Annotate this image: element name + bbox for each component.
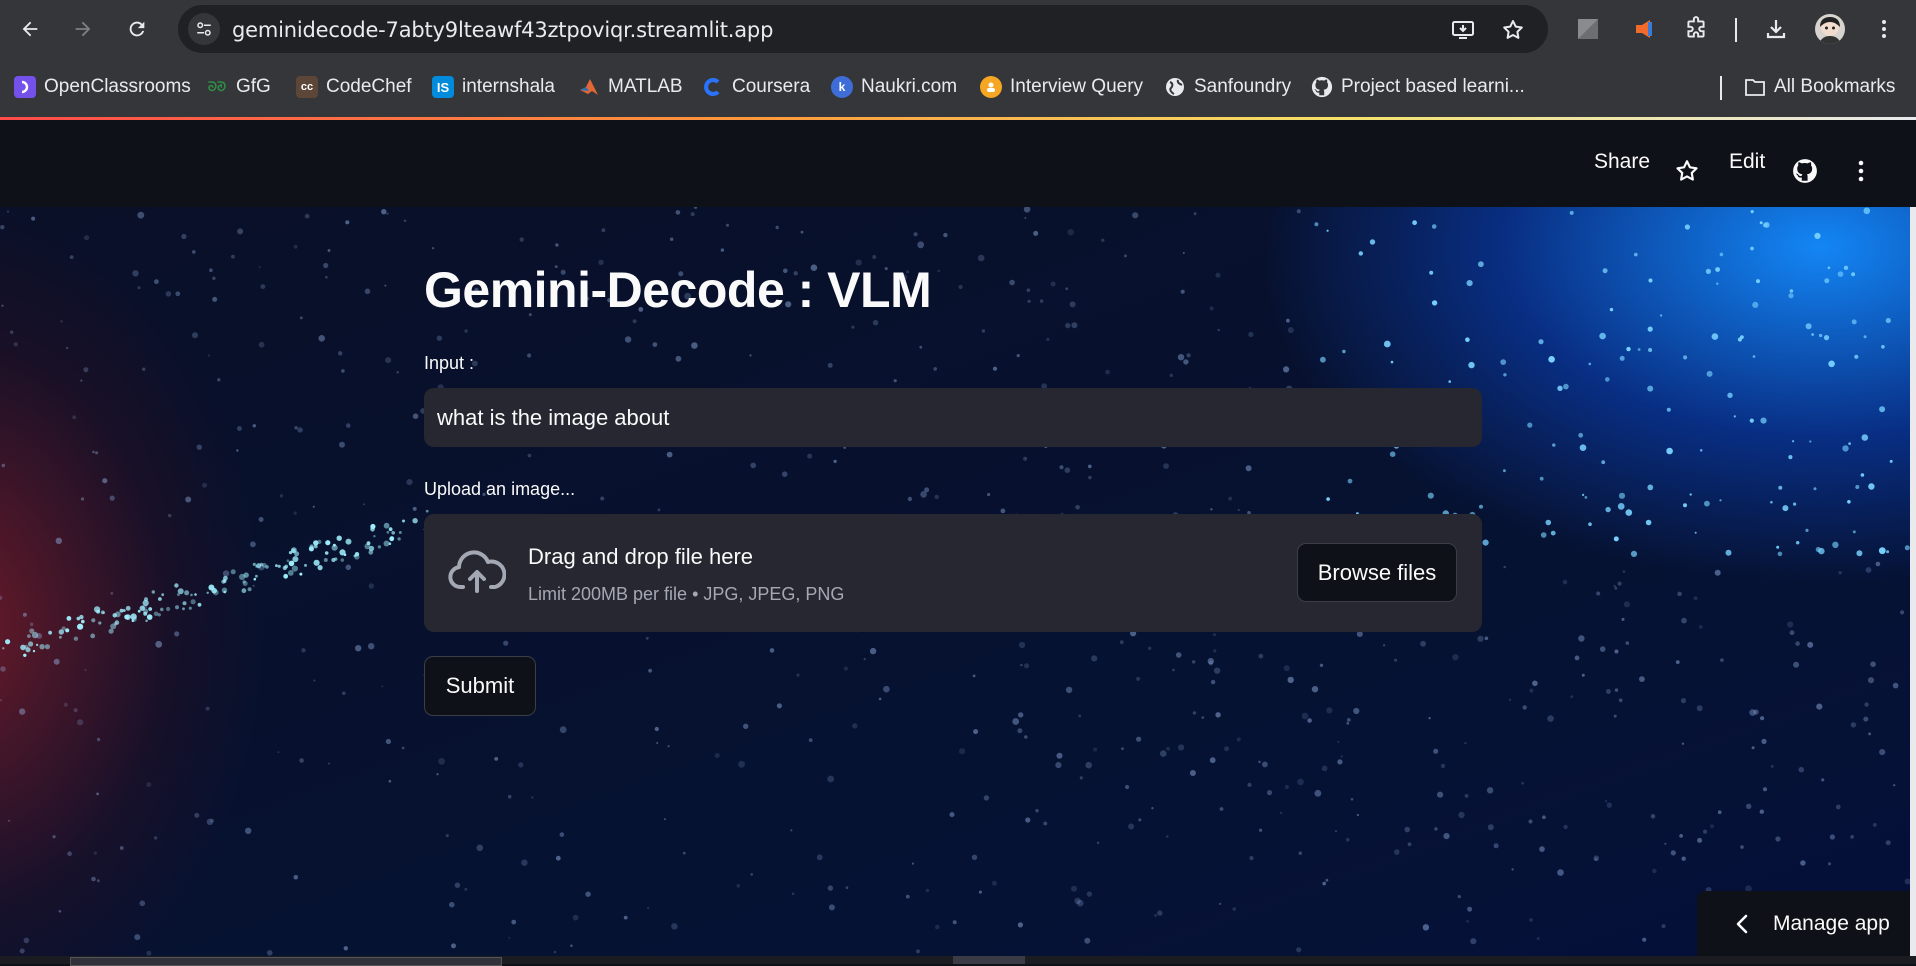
bookmark-label: MATLAB	[608, 76, 683, 97]
bookmark-gfg[interactable]: ᘐᘑ GfG	[206, 72, 271, 102]
coursera-icon	[702, 76, 724, 98]
naukri-icon: k	[831, 76, 853, 98]
bookmark-label: GfG	[236, 76, 271, 97]
input-label: Input :	[424, 353, 475, 373]
edit-button[interactable]: Edit	[1729, 150, 1765, 174]
submit-button[interactable]: Submit	[424, 656, 536, 716]
back-button[interactable]	[11, 10, 49, 48]
matlab-icon	[578, 76, 600, 98]
url-text[interactable]: geminidecode-7abty9lteawf43ztpoviqr.stre…	[232, 18, 773, 42]
bookmark-sanfoundry[interactable]: Sanfoundry	[1164, 72, 1291, 102]
bookmark-internshala[interactable]: IS internshala	[432, 72, 555, 102]
bookmark-label: Project based learni...	[1341, 76, 1525, 97]
all-bookmarks-label: All Bookmarks	[1774, 76, 1896, 97]
extension-speaker-icon[interactable]	[1630, 15, 1658, 43]
dropzone-title: Drag and drop file here	[528, 544, 754, 569]
prompt-input[interactable]	[424, 388, 1482, 447]
star-outline-icon	[1676, 160, 1698, 181]
bookmark-openclassrooms[interactable]: OpenClassrooms	[14, 72, 191, 102]
install-icon	[1452, 21, 1474, 39]
taskbar-preview	[70, 957, 502, 966]
folder-icon	[1744, 76, 1766, 98]
bookmarks-bar: OpenClassrooms ᘐᘑ GfG cc CodeChef IS int…	[0, 58, 1916, 118]
bookmark-coursera[interactable]: Coursera	[702, 72, 810, 102]
browse-files-button[interactable]: Browse files	[1297, 543, 1457, 602]
openclassrooms-icon	[14, 76, 36, 98]
globe-icon	[1164, 76, 1186, 98]
extensions-button[interactable]	[1682, 15, 1710, 43]
forward-button[interactable]	[64, 10, 102, 48]
chevron-left-icon	[1736, 914, 1748, 933]
puzzle-icon	[1687, 16, 1705, 38]
bookmark-star-button[interactable]	[1500, 17, 1526, 43]
page-scrollbar[interactable]	[1910, 207, 1916, 956]
upload-label: Upload an image...	[424, 479, 576, 499]
horizontal-scrollbar[interactable]	[0, 956, 1916, 966]
bookmark-matlab[interactable]: MATLAB	[578, 72, 683, 102]
bookmark-label: Sanfoundry	[1194, 76, 1292, 97]
star-outline-icon	[1503, 20, 1523, 39]
site-info-button[interactable]	[188, 13, 220, 45]
interview-query-icon	[980, 76, 1002, 98]
internshala-icon: IS	[432, 76, 454, 98]
avatar-icon	[1819, 17, 1841, 44]
favorite-button[interactable]	[1674, 158, 1700, 184]
file-dropzone[interactable]: Drag and drop file here Limit 200MB per …	[424, 514, 1482, 632]
address-bar[interactable]: geminidecode-7abty9lteawf43ztpoviqr.stre…	[178, 5, 1548, 53]
speaker-icon	[1636, 20, 1652, 38]
bookmark-label: Interview Query	[1010, 76, 1144, 97]
kebab-menu-icon	[1882, 20, 1886, 38]
manage-app-label: Manage app	[1773, 911, 1890, 935]
bookmark-label: internshala	[462, 76, 555, 97]
arrow-left-icon	[22, 21, 38, 37]
codechef-icon: cc	[296, 76, 318, 98]
tune-icon	[197, 22, 211, 36]
github-icon	[1793, 159, 1817, 183]
browser-toolbar: geminidecode-7abty9lteawf43ztpoviqr.stre…	[0, 0, 1916, 58]
bookmark-interview-query[interactable]: Interview Query	[980, 72, 1143, 102]
extension-gray-icon[interactable]	[1574, 15, 1602, 43]
bookmark-label: Coursera	[732, 76, 811, 97]
github-link[interactable]	[1792, 158, 1818, 184]
bookmark-codechef[interactable]: cc CodeChef	[296, 72, 412, 102]
bookmark-label: CodeChef	[326, 76, 412, 97]
bookmarks-divider	[1720, 76, 1722, 100]
github-icon	[1311, 76, 1333, 98]
gfg-icon: ᘐᘑ	[207, 79, 227, 94]
all-bookmarks-button[interactable]: All Bookmarks	[1744, 72, 1895, 102]
app-menu-button[interactable]	[1850, 158, 1872, 184]
kebab-menu-icon	[1858, 160, 1864, 182]
dropzone-limit-text: Limit 200MB per file • JPG, JPEG, PNG	[528, 584, 845, 604]
profile-avatar[interactable]	[1815, 14, 1845, 44]
reload-button[interactable]	[118, 10, 156, 48]
browser-menu-button[interactable]	[1870, 15, 1898, 43]
arrow-right-icon	[75, 21, 91, 37]
manage-app-button[interactable]: Manage app	[1697, 891, 1910, 956]
toolbar-divider	[1735, 18, 1737, 42]
streamlit-header: Share Edit	[0, 120, 1916, 207]
bookmark-label: OpenClassrooms	[44, 76, 191, 97]
extension-square-icon	[1578, 19, 1598, 39]
bookmark-label: Naukri.com	[861, 76, 958, 97]
install-app-button[interactable]	[1450, 17, 1476, 43]
scrollbar-thumb[interactable]	[953, 956, 1025, 964]
downloads-button[interactable]	[1762, 15, 1790, 43]
bookmark-naukri[interactable]: k Naukri.com	[831, 72, 957, 102]
bookmark-project-based-learning[interactable]: Project based learni...	[1311, 72, 1525, 102]
share-button[interactable]: Share	[1594, 150, 1650, 174]
cloud-upload-icon	[448, 550, 506, 593]
page-title: Gemini-Decode : VLM	[424, 262, 932, 318]
download-icon	[1766, 20, 1786, 39]
reload-icon	[129, 21, 145, 37]
